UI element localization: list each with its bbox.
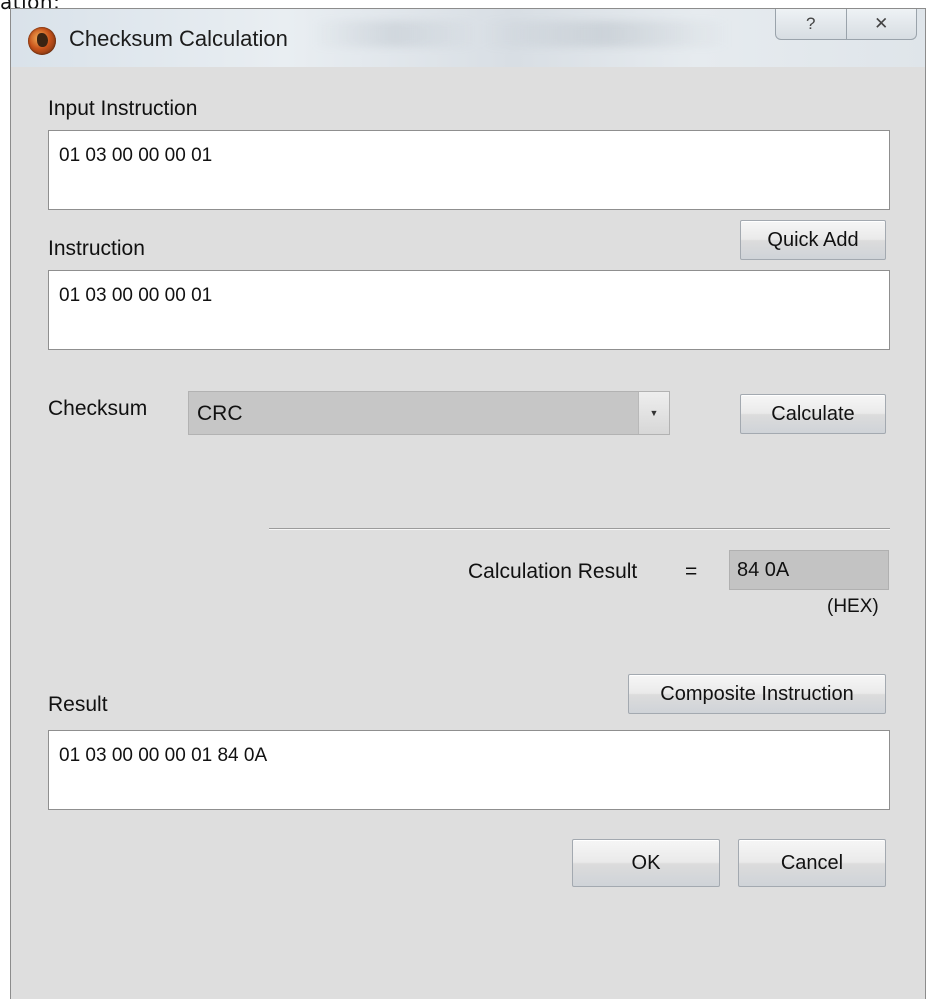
input-instruction-label: Input Instruction	[48, 97, 198, 120]
window-title: Checksum Calculation	[69, 26, 288, 51]
hex-unit-label: (HEX)	[827, 596, 879, 617]
app-logo-icon	[28, 27, 56, 55]
checksum-label: Checksum	[48, 397, 148, 420]
result-label: Result	[48, 693, 108, 716]
divider	[269, 528, 890, 530]
equals-sign: =	[685, 560, 698, 583]
quick-add-button[interactable]: Quick Add	[740, 220, 886, 260]
instruction-label: Instruction	[48, 237, 145, 260]
cancel-button[interactable]: Cancel	[738, 839, 886, 887]
composite-instruction-button[interactable]: Composite Instruction	[628, 674, 886, 714]
title-bar[interactable]: Checksum Calculation ? ✕	[11, 9, 925, 67]
chevron-down-icon[interactable]: ▼	[638, 392, 669, 434]
instruction-field[interactable]: 01 03 00 00 00 01	[48, 270, 890, 350]
close-icon: ✕	[874, 14, 889, 33]
ok-button[interactable]: OK	[572, 839, 720, 887]
close-button[interactable]: ✕	[845, 9, 917, 39]
help-icon: ?	[806, 14, 816, 33]
calculation-result-label: Calculation Result	[468, 560, 638, 583]
checksum-select[interactable]: CRC ▼	[188, 391, 670, 435]
checksum-dialog: Checksum Calculation ? ✕ Input Instructi…	[10, 8, 926, 999]
title-bar-buttons: ? ✕	[775, 9, 917, 40]
input-instruction-field[interactable]: 01 03 00 00 00 01	[48, 130, 890, 210]
checksum-selected-value: CRC	[197, 402, 243, 425]
result-field[interactable]: 01 03 00 00 00 01 84 0A	[48, 730, 890, 810]
help-button[interactable]: ?	[776, 9, 846, 39]
calculation-result-value: 84 0A	[729, 550, 889, 590]
calculate-button[interactable]: Calculate	[740, 394, 886, 434]
